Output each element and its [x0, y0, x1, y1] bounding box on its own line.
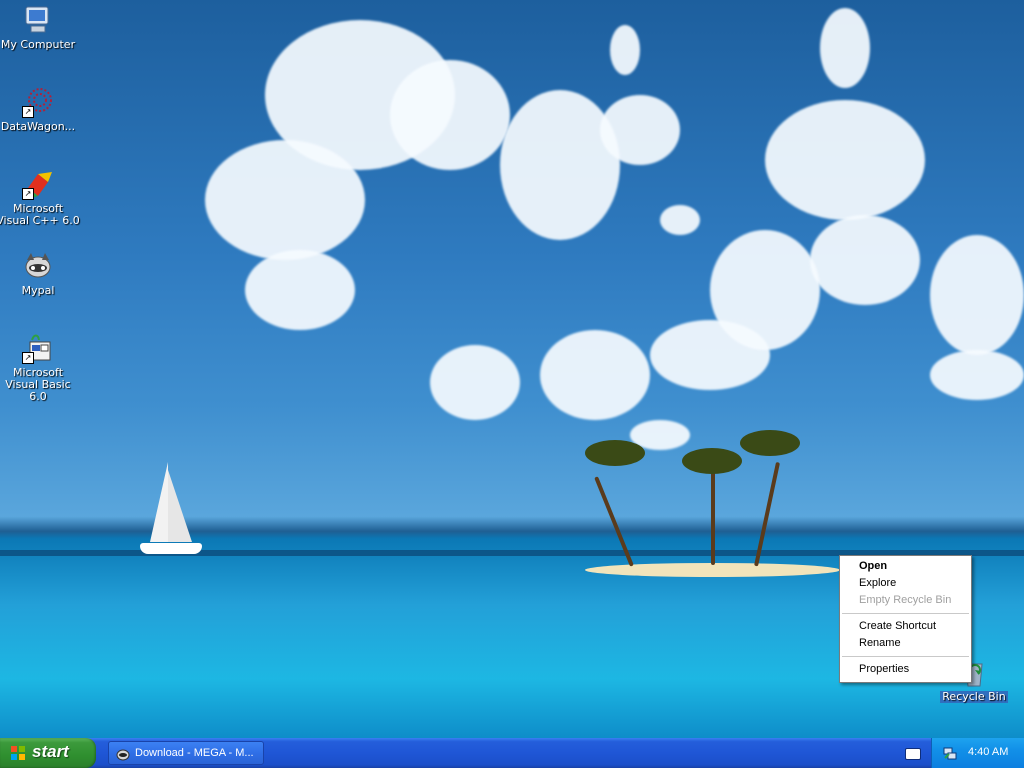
start-label: start [32, 742, 69, 761]
menu-separator [842, 656, 969, 657]
sailboat-sail [150, 462, 168, 542]
sailboat-hull [140, 543, 202, 554]
desktop-icon-mypal[interactable]: Mypal [0, 250, 80, 297]
network-icon[interactable] [942, 745, 958, 761]
cloud [540, 330, 650, 420]
island [585, 563, 840, 577]
shortcut-arrow-icon: ↗ [22, 106, 34, 118]
cloud [765, 100, 925, 220]
menu-item-rename[interactable]: Rename [842, 635, 969, 652]
visual-basic-icon: ↗ [22, 332, 54, 364]
palm-tree [682, 448, 742, 474]
taskbar: start Download - MEGA - M... 4:40 AM [0, 738, 1024, 768]
desktop-icon-label: Microsoft Visual C++ 6.0 [0, 202, 80, 227]
taskbar-button-mega[interactable]: Download - MEGA - M... [108, 741, 264, 765]
cloud [600, 95, 680, 165]
desktop-background[interactable]: My Computer ↗ DataWagon... ↗ Microsoft V… [0, 0, 1024, 738]
cloud [930, 350, 1024, 400]
sailboat-sail [168, 470, 192, 542]
visual-cpp-icon: ↗ [22, 168, 54, 200]
desktop-icon-datawagon[interactable]: ↗ DataWagon... [0, 86, 80, 133]
desktop-icon-label: DataWagon... [0, 120, 76, 133]
cloud [810, 215, 920, 305]
palm-tree [740, 430, 800, 456]
menu-item-empty-recycle-bin: Empty Recycle Bin [859, 594, 952, 606]
desktop-icon-label: Recycle Bin [940, 690, 1008, 703]
mypal-icon [22, 250, 54, 282]
clock[interactable]: 4:40 AM [968, 746, 1008, 758]
datawagon-icon: ↗ [22, 86, 54, 118]
menu-item-properties[interactable]: Properties [842, 661, 969, 678]
windows-flag-icon [10, 745, 26, 761]
palm-tree [711, 465, 715, 565]
cloud [245, 250, 355, 330]
taskbar-button-label: Download - MEGA - M... [135, 747, 254, 759]
keyboard-icon[interactable] [905, 748, 921, 760]
palm-tree [585, 440, 645, 466]
cloud [390, 60, 510, 170]
menu-item-create-shortcut[interactable]: Create Shortcut [842, 618, 969, 635]
start-button[interactable]: start [0, 738, 96, 768]
desktop-icon-visual-basic[interactable]: ↗ Microsoft Visual Basic 6.0 [0, 332, 80, 403]
system-tray: 4:40 AM [931, 738, 1024, 768]
my-computer-icon [22, 4, 54, 36]
desktop-icon-my-computer[interactable]: My Computer [0, 4, 80, 51]
mypal-icon [115, 746, 131, 762]
cloud [820, 8, 870, 88]
cloud [660, 205, 700, 235]
context-menu: Open Explore Empty Recycle Bin Create Sh… [839, 555, 972, 683]
cloud [430, 345, 520, 420]
menu-separator [842, 613, 969, 614]
desktop-icon-visual-cpp[interactable]: ↗ Microsoft Visual C++ 6.0 [0, 168, 80, 227]
cloud [710, 230, 820, 350]
menu-item-explore[interactable]: Explore [842, 575, 969, 592]
desktop-icon-label: Mypal [21, 284, 55, 297]
cloud [930, 235, 1024, 355]
cloud [500, 90, 620, 240]
shortcut-arrow-icon: ↗ [22, 188, 34, 200]
menu-item-open[interactable]: Open [842, 558, 969, 575]
shortcut-arrow-icon: ↗ [22, 352, 34, 364]
desktop-icon-label: Microsoft Visual Basic 6.0 [5, 366, 71, 403]
cloud [610, 25, 640, 75]
desktop-icon-label: My Computer [0, 38, 76, 51]
